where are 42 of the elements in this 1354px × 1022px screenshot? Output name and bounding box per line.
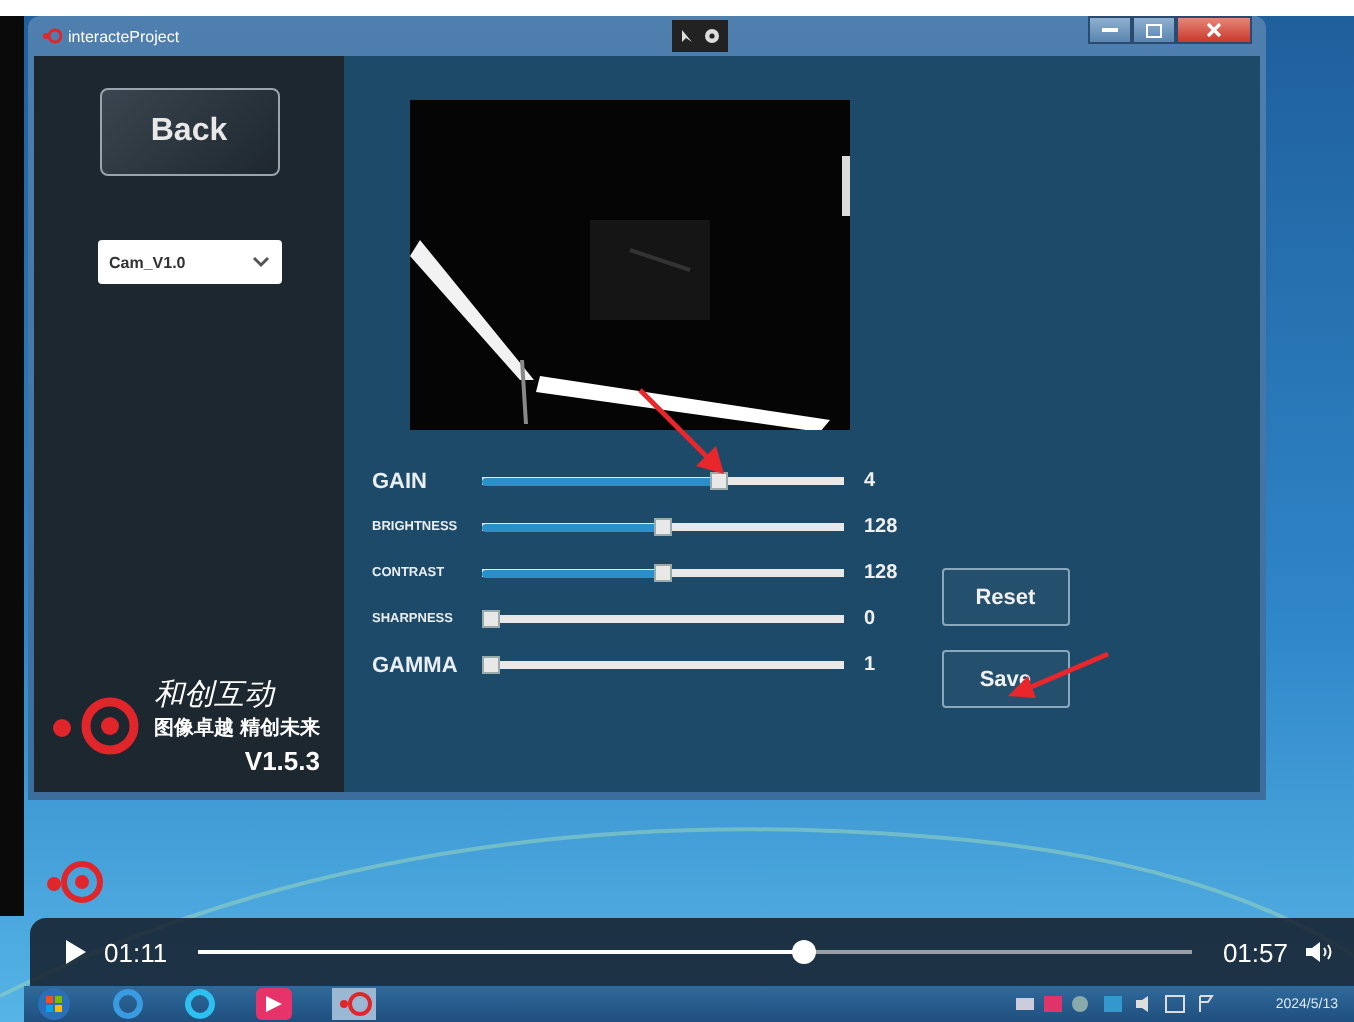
maximize-button[interactable] — [1132, 16, 1176, 44]
slider-value: 128 — [864, 516, 898, 538]
seek-thumb[interactable] — [792, 940, 817, 964]
media-app-icon[interactable] — [256, 988, 292, 1020]
slider-value: 128 — [864, 562, 898, 584]
slider-thumb[interactable] — [654, 518, 672, 536]
slider-value: 0 — [864, 608, 876, 630]
volume-icon[interactable] — [1306, 942, 1334, 962]
start-icon[interactable] — [36, 986, 72, 1022]
brand-logo-icon — [50, 696, 143, 756]
elapsed-time: 01:11 — [104, 937, 168, 967]
version-label: V1.5.3 — [244, 746, 320, 776]
window-title: interacteProject — [68, 27, 180, 45]
minimize-icon — [1102, 27, 1118, 33]
slider-thumb[interactable] — [654, 564, 672, 582]
duration-time: 01:57 — [1222, 937, 1288, 967]
slider-label: GAIN — [372, 469, 429, 493]
chevron-down-icon — [251, 256, 269, 268]
slider-value: 1 — [864, 654, 876, 676]
slider-track[interactable] — [482, 472, 844, 490]
maximize-icon — [1146, 23, 1162, 37]
close-icon — [1206, 22, 1222, 38]
brand-slogan: 图像卓越 精创未来 — [154, 715, 320, 742]
settings-icon[interactable] — [704, 28, 720, 44]
slider-label: GAMMA — [372, 653, 460, 677]
slider-thumb[interactable] — [709, 472, 728, 490]
close-button[interactable] — [1176, 16, 1252, 44]
slider-track[interactable] — [482, 564, 844, 582]
slider-thumb[interactable] — [482, 610, 500, 628]
pointer-icon[interactable] — [680, 28, 696, 44]
play-icon[interactable] — [66, 940, 86, 964]
camera-dropdown[interactable]: Cam_V1.0 — [97, 240, 281, 284]
slider-track[interactable] — [482, 656, 844, 674]
slider-thumb[interactable] — [482, 656, 500, 674]
back-button[interactable]: Back — [99, 88, 279, 176]
app-logo-icon — [42, 28, 62, 44]
brand-name: 和创互动 — [154, 676, 275, 714]
slider-track[interactable] — [482, 610, 844, 628]
action-button[interactable]: Reset — [941, 568, 1070, 626]
slider-value: 4 — [864, 470, 876, 492]
minimize-button[interactable] — [1088, 16, 1132, 44]
slider-track[interactable] — [482, 518, 844, 536]
